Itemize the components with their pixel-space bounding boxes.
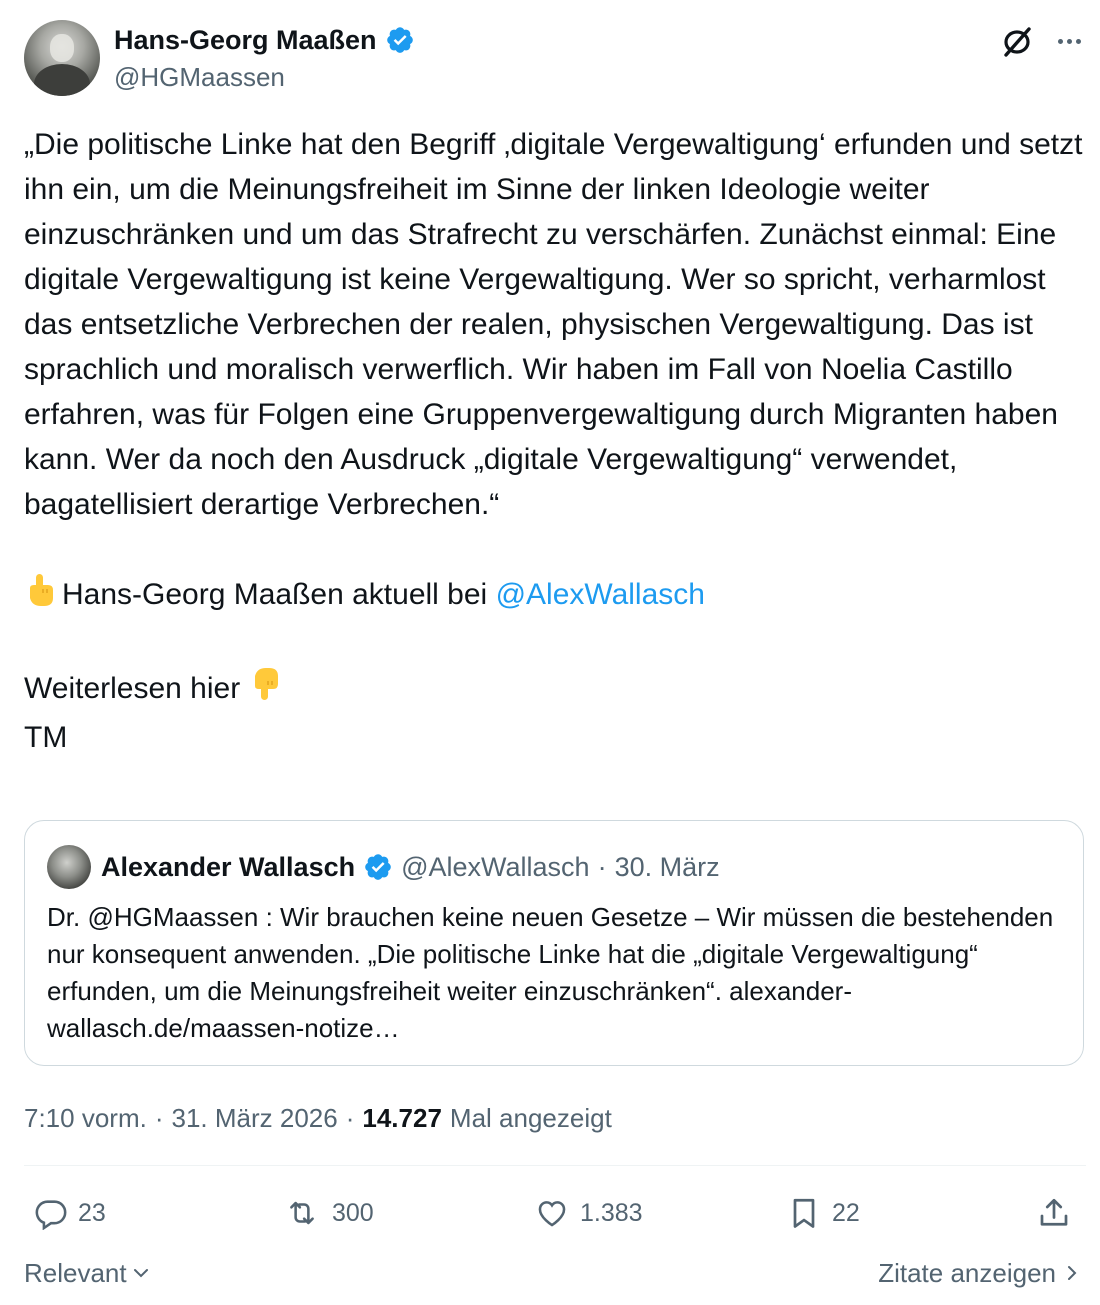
- point-up-emoji: [24, 572, 58, 621]
- verified-badge-icon[interactable]: [385, 25, 415, 55]
- bookmark-icon: [793, 1198, 815, 1228]
- quoted-date[interactable]: 30. März: [615, 852, 720, 883]
- verified-badge-icon: [363, 852, 393, 882]
- like-count: 1.383: [580, 1198, 643, 1227]
- author-name[interactable]: Hans-Georg Maaßen: [114, 25, 377, 56]
- share-icon: [1040, 1198, 1068, 1226]
- reply-button[interactable]: 23: [34, 1190, 106, 1236]
- meta-separator: ·: [345, 1102, 355, 1133]
- divider: [24, 1165, 1086, 1166]
- tweet-paragraph-quote: „Die politische Linke hat den Begriff ‚d…: [24, 128, 1083, 521]
- point-down-emoji: [249, 666, 283, 715]
- author-name-row: Hans-Georg Maaßen: [114, 22, 415, 58]
- repost-count: 300: [332, 1198, 374, 1227]
- action-bar: 23 300 1.383 22: [24, 1190, 1086, 1236]
- bookmark-button[interactable]: 22: [786, 1190, 860, 1236]
- meta-separator: ·: [154, 1102, 164, 1133]
- quoted-separator: ·: [597, 851, 607, 882]
- quoted-author-handle[interactable]: @AlexWallasch: [401, 852, 589, 883]
- reply-count: 23: [78, 1198, 106, 1227]
- views-label: Mal angezeigt: [449, 1102, 612, 1133]
- tweet-date[interactable]: 31. März 2026: [172, 1103, 338, 1134]
- author-avatar[interactable]: [24, 20, 100, 96]
- tweet-time[interactable]: 7:10 vorm.: [24, 1103, 147, 1134]
- sort-label: Relevant: [24, 1257, 127, 1288]
- chevron-down-icon: [133, 1269, 148, 1278]
- chevron-right-icon: [1068, 1266, 1077, 1280]
- quoted-tweet-text: Dr. @HGMaassen : Wir brauchen keine neue…: [47, 902, 1054, 1043]
- repost-button[interactable]: 300: [282, 1190, 374, 1236]
- quoted-tweet-header: Alexander Wallasch @AlexWallasch · 30. M…: [101, 845, 720, 889]
- show-quotes-link[interactable]: Zitate anzeigen: [878, 1255, 1080, 1291]
- readmore-text: Weiterlesen hier: [24, 672, 241, 705]
- reply-icon: [35, 1200, 67, 1230]
- tweet-line-readmore: Weiterlesen hier: [24, 666, 1084, 715]
- like-button[interactable]: 1.383: [534, 1190, 643, 1236]
- sort-dropdown[interactable]: Relevant: [24, 1255, 151, 1291]
- tweet-line-source: Hans-Georg Maaßen aktuell bei @AlexWalla…: [24, 572, 1084, 621]
- quoted-author-name[interactable]: Alexander Wallasch: [101, 852, 355, 883]
- heart-icon: [538, 1201, 566, 1227]
- tweet-meta: 7:10 vorm. · 31. März 2026 · 14.727 Mal …: [24, 1100, 612, 1136]
- tweet-text: „Die politische Linke hat den Begriff ‚d…: [24, 122, 1084, 760]
- mention-link[interactable]: @AlexWallasch: [496, 578, 705, 611]
- grok-icon[interactable]: [1000, 24, 1034, 58]
- show-quotes-label: Zitate anzeigen: [878, 1257, 1056, 1288]
- quoted-tweet-card[interactable]: Alexander Wallasch @AlexWallasch · 30. M…: [24, 820, 1084, 1066]
- author-handle[interactable]: @HGMaassen: [114, 62, 285, 93]
- views-count: 14.727: [362, 1102, 442, 1133]
- share-button[interactable]: [1036, 1190, 1072, 1236]
- quoted-author-avatar[interactable]: [47, 845, 91, 889]
- repost-icon: [290, 1201, 314, 1225]
- bookmark-count: 22: [832, 1198, 860, 1227]
- tweet-source-text: Hans-Georg Maaßen aktuell bei: [62, 578, 496, 611]
- tweet-signature: TM: [24, 721, 68, 754]
- more-icon[interactable]: [1052, 24, 1086, 58]
